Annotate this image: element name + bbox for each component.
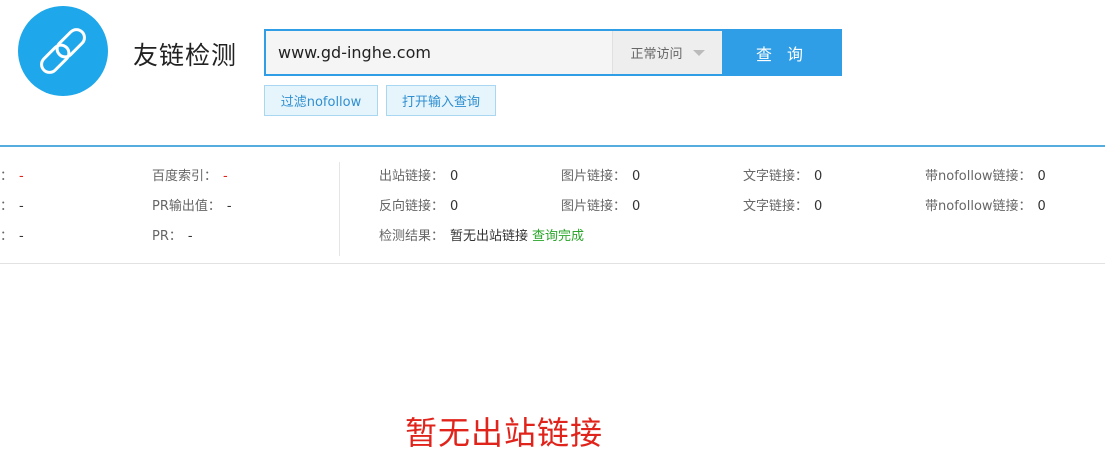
search-bar: 正常访问 查 询: [264, 29, 842, 76]
stats-bottom-divider: [0, 263, 1105, 264]
stats-divider: [339, 162, 340, 256]
filter-nofollow-button[interactable]: 过滤nofollow: [264, 85, 378, 116]
outbound-nofollow-links-stat: 带nofollow链接： 0: [925, 169, 1046, 184]
link-icon: [40, 28, 86, 74]
access-mode-label: 正常访问: [630, 47, 683, 62]
outbound-text-links-stat: 文字链接： 0: [743, 169, 823, 184]
backlink-text-links-stat: 文字链接： 0: [743, 199, 823, 214]
check-result: 检测结果： 暂无出站链接 查询完成: [379, 229, 585, 244]
empty-state-message: 暂无出站链接: [405, 414, 604, 452]
pr-stat: PR： -: [152, 229, 193, 244]
stat-left-3: ： -: [0, 229, 24, 244]
header-divider: [0, 145, 1105, 147]
backlinks-stat: 反向链接： 0: [379, 199, 459, 214]
open-input-query-button[interactable]: 打开输入查询: [386, 85, 496, 116]
page-title: 友链检测: [133, 41, 238, 70]
backlink-image-links-stat: 图片链接： 0: [561, 199, 641, 214]
chevron-down-icon: [692, 49, 705, 56]
backlink-nofollow-links-stat: 带nofollow链接： 0: [925, 199, 1046, 214]
query-button[interactable]: 查 询: [722, 29, 842, 76]
pr-output-stat: PR输出值： -: [152, 199, 232, 214]
outbound-image-links-stat: 图片链接： 0: [561, 169, 641, 184]
check-result-value: 暂无出站链接: [450, 229, 529, 244]
url-input[interactable]: [266, 31, 610, 74]
site-logo[interactable]: [18, 6, 108, 96]
query-status: 查询完成: [532, 229, 585, 244]
access-mode-select[interactable]: 正常访问: [612, 31, 722, 74]
stat-left-1: ： -: [0, 169, 24, 184]
stat-left-2: ： -: [0, 199, 24, 214]
outbound-links-stat: 出站链接： 0: [379, 169, 459, 184]
baidu-index-stat: 百度索引： -: [152, 169, 228, 184]
